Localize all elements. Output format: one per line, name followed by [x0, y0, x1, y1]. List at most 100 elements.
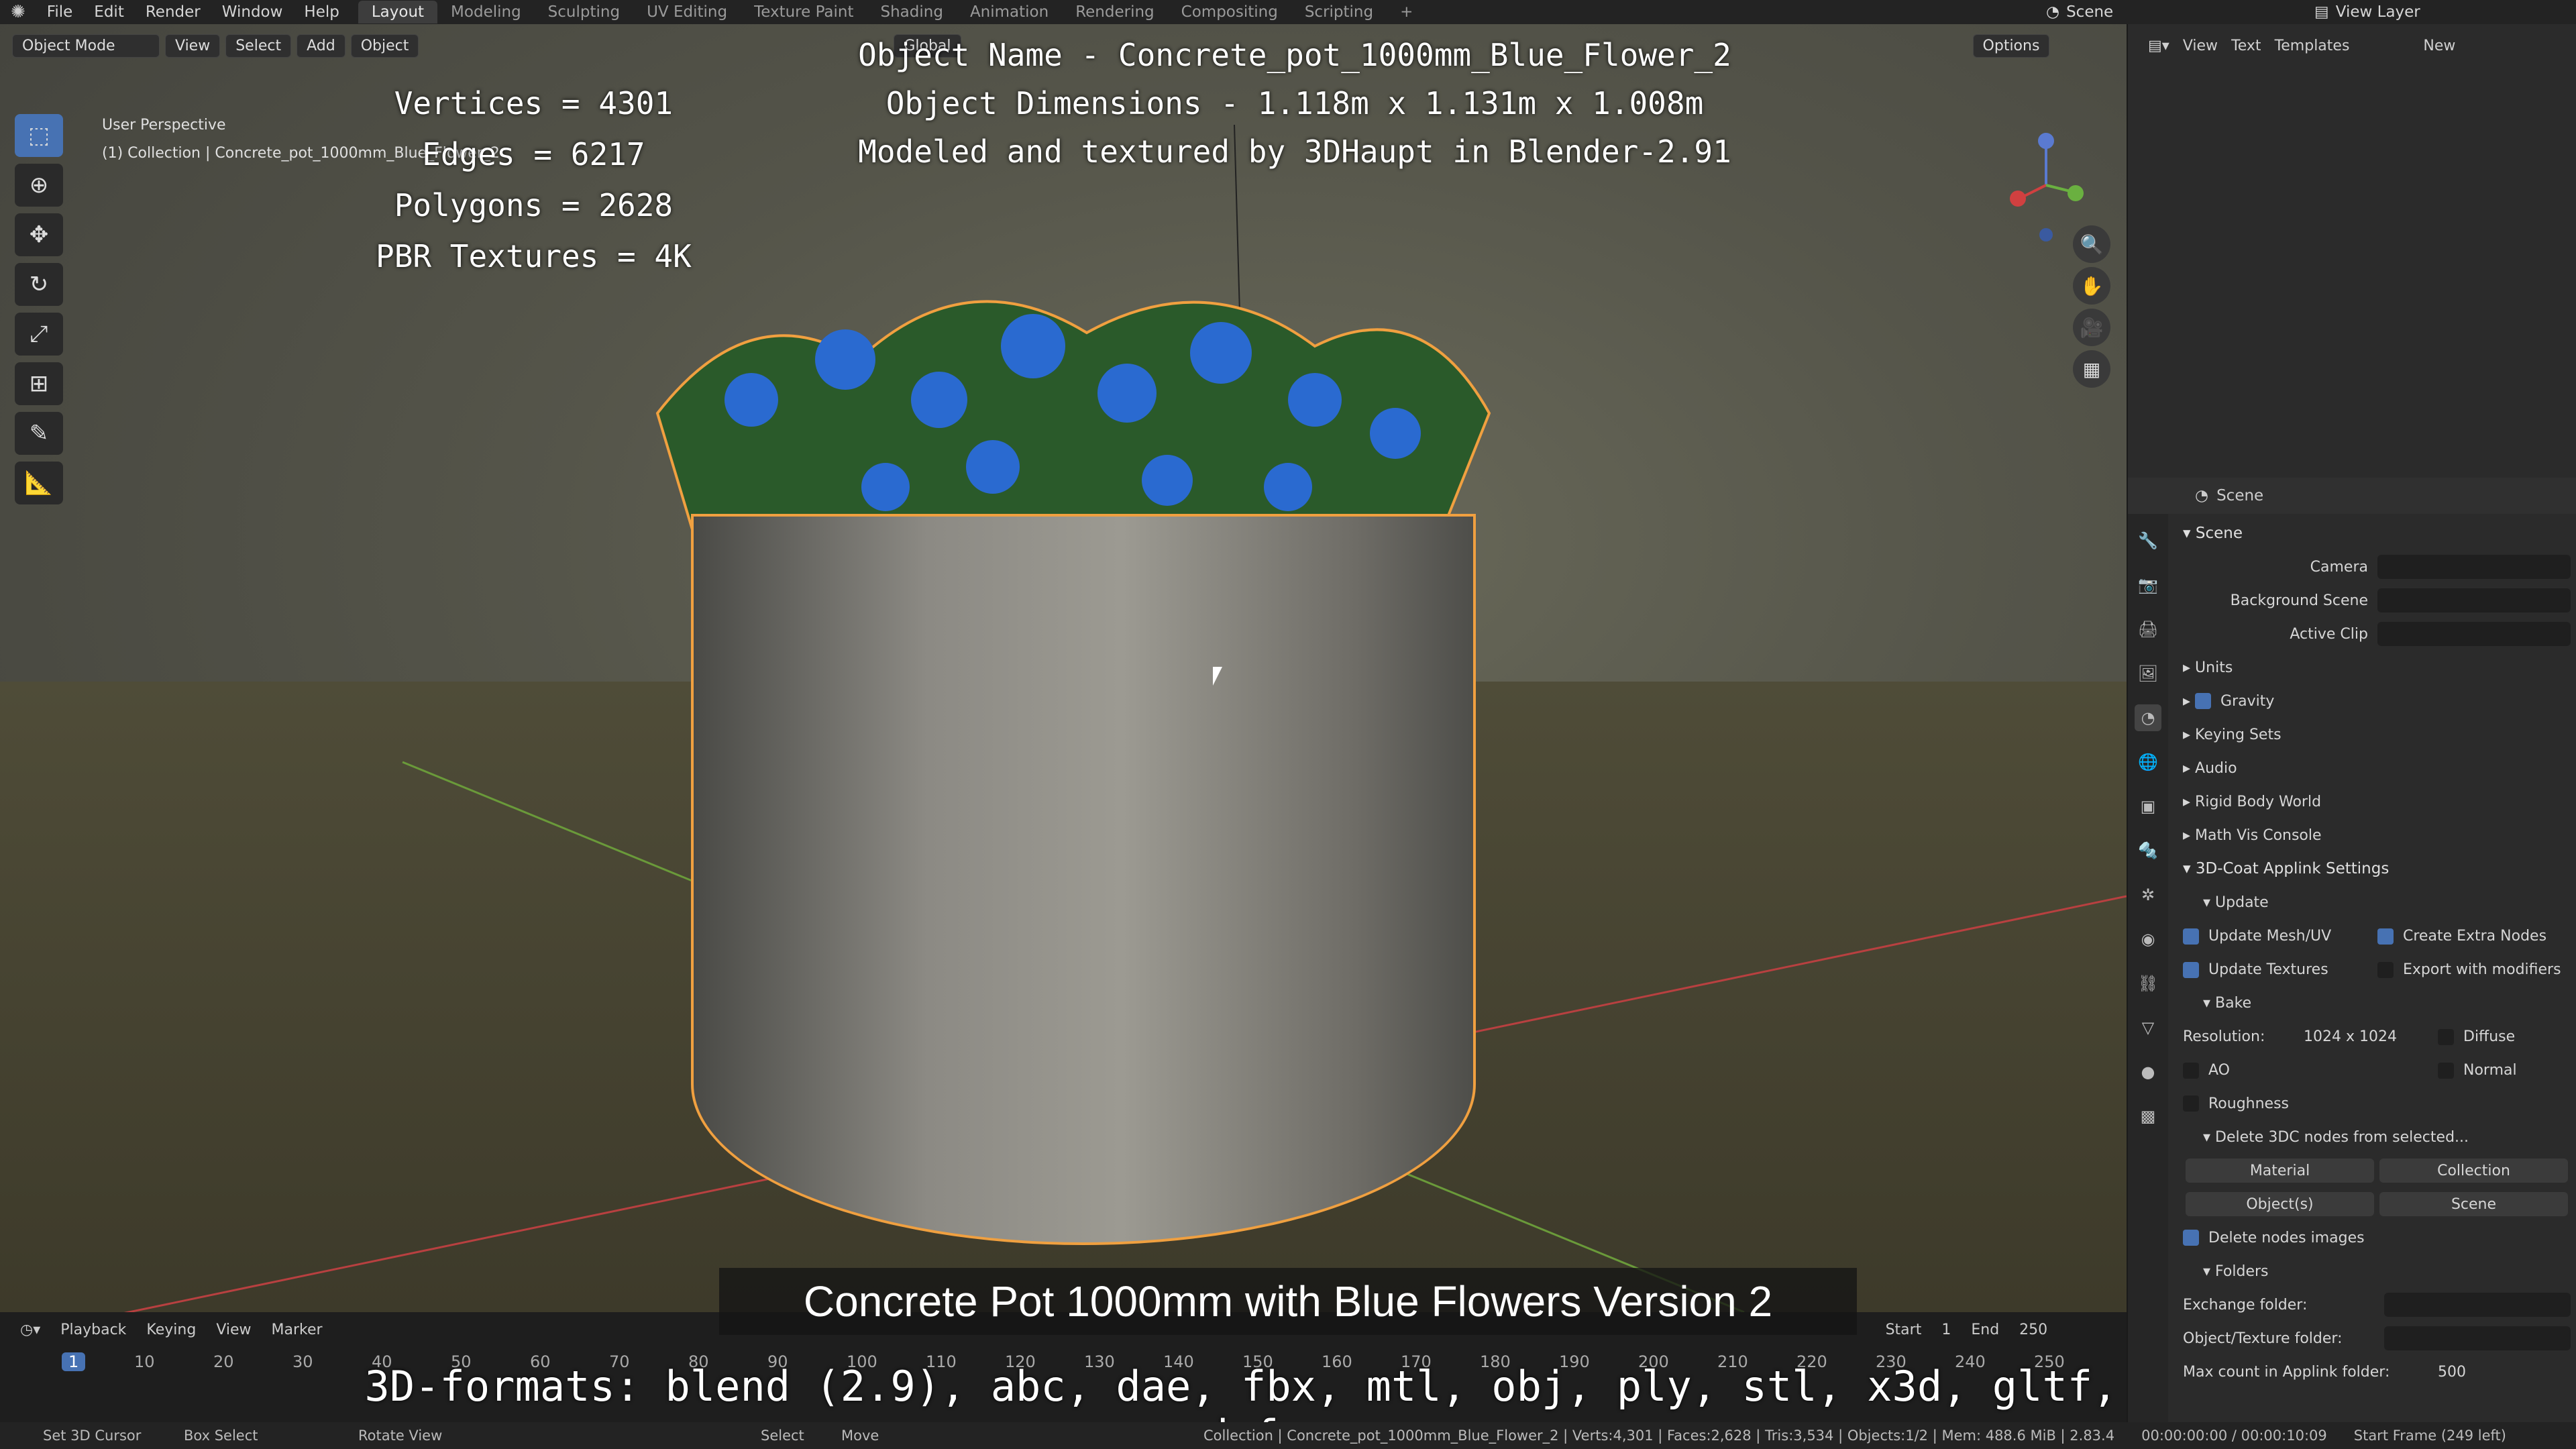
tab-compositing[interactable]: Compositing: [1168, 1, 1291, 23]
panel-audio[interactable]: ▸ Audio: [2169, 751, 2571, 785]
view-layer-selector[interactable]: ▤ View Layer: [2314, 0, 2420, 24]
viewport-menu-view[interactable]: View: [165, 34, 221, 58]
bake-subsection[interactable]: ▾ Bake: [2169, 986, 2571, 1020]
start-field[interactable]: 1: [1941, 1322, 1951, 1338]
bg-scene-field[interactable]: [2377, 588, 2571, 612]
tab-scripting[interactable]: Scripting: [1291, 1, 1387, 23]
objects-button[interactable]: Object(s): [2186, 1192, 2374, 1216]
particles-tab-icon[interactable]: ✲: [2135, 881, 2161, 908]
render-tab-icon[interactable]: 📷: [2135, 572, 2161, 598]
modifier-tab-icon[interactable]: 🔩: [2135, 837, 2161, 864]
tab-shading[interactable]: Shading: [867, 1, 957, 23]
collection-button[interactable]: Collection: [2379, 1159, 2568, 1183]
panel-units[interactable]: ▸ Units: [2169, 651, 2571, 684]
clock-icon[interactable]: ◷▾: [20, 1322, 40, 1338]
export-modifiers-checkbox[interactable]: [2377, 961, 2394, 978]
text-menu-templates[interactable]: Templates: [2275, 38, 2350, 54]
active-clip-field[interactable]: [2377, 622, 2571, 646]
tab-animation[interactable]: Animation: [957, 1, 1062, 23]
zoom-icon[interactable]: 🔍: [2073, 225, 2110, 263]
menu-file[interactable]: File: [36, 3, 84, 21]
scene-section[interactable]: ▾ Scene: [2169, 517, 2571, 550]
update-mesh-checkbox[interactable]: [2183, 928, 2199, 945]
applink-section[interactable]: ▾ 3D-Coat Applink Settings: [2169, 852, 2571, 885]
tab-texture-paint[interactable]: Texture Paint: [741, 1, 867, 23]
tl-menu-keying[interactable]: Keying: [146, 1322, 196, 1338]
world-tab-icon[interactable]: 🌐: [2135, 749, 2161, 775]
viewport-menu-add[interactable]: Add: [297, 34, 345, 58]
text-menu-view[interactable]: View: [2183, 38, 2218, 54]
3d-viewport[interactable]: Object Mode View Select Add Object Globa…: [0, 24, 2127, 1312]
scene-tab-icon[interactable]: ◔: [2135, 704, 2161, 731]
panel-math-vis[interactable]: ▸ Math Vis Console: [2169, 818, 2571, 852]
create-nodes-checkbox[interactable]: [2377, 928, 2394, 945]
tab-rendering[interactable]: Rendering: [1062, 1, 1167, 23]
texture-tab-icon[interactable]: ▩: [2135, 1103, 2161, 1130]
ortho-grid-icon[interactable]: ▦: [2073, 350, 2110, 388]
update-subsection[interactable]: ▾ Update: [2169, 885, 2571, 919]
object-tab-icon[interactable]: ▣: [2135, 793, 2161, 820]
tl-menu-playback[interactable]: Playback: [60, 1322, 126, 1338]
update-textures-checkbox[interactable]: [2183, 961, 2199, 978]
move-icon[interactable]: ✥: [15, 213, 63, 256]
maxcount-field[interactable]: 500: [2438, 1364, 2466, 1381]
concrete-pot[interactable]: [691, 514, 1476, 1245]
cursor-icon[interactable]: ⊕: [15, 164, 63, 207]
panel-rigid-body[interactable]: ▸ Rigid Body World: [2169, 785, 2571, 818]
scene-selector[interactable]: ◔ Scene: [2046, 0, 2113, 24]
tl-menu-view[interactable]: View: [216, 1322, 251, 1338]
delete-images-checkbox[interactable]: [2183, 1230, 2199, 1246]
delete-nodes-subsection[interactable]: ▾ Delete 3DC nodes from selected...: [2169, 1120, 2571, 1154]
options-dropdown[interactable]: Options: [1972, 34, 2050, 58]
new-text-button[interactable]: New: [2423, 38, 2455, 54]
ao-checkbox[interactable]: [2183, 1062, 2199, 1079]
panel-keying-sets[interactable]: ▸ Keying Sets: [2169, 718, 2571, 751]
blender-logo-icon[interactable]: ✺: [11, 2, 25, 22]
roughness-checkbox[interactable]: [2183, 1095, 2199, 1112]
material-tab-icon[interactable]: ●: [2135, 1059, 2161, 1085]
tab-layout[interactable]: Layout: [358, 1, 438, 23]
navigation-gizmo[interactable]: [2006, 111, 2086, 246]
viewport-menu-object[interactable]: Object: [350, 34, 419, 58]
exchange-field[interactable]: [2384, 1293, 2571, 1317]
text-menu-text[interactable]: Text: [2231, 38, 2261, 54]
normal-checkbox[interactable]: [2438, 1062, 2454, 1079]
tool-tab-icon[interactable]: 🔧: [2135, 527, 2161, 554]
objtex-field[interactable]: [2384, 1326, 2571, 1350]
camera-field[interactable]: [2377, 555, 2571, 579]
annotate-icon[interactable]: ✎: [15, 412, 63, 455]
menu-edit[interactable]: Edit: [83, 3, 135, 21]
pan-hand-icon[interactable]: ✋: [2073, 267, 2110, 305]
editor-type-icon[interactable]: ▤▾: [2148, 38, 2169, 54]
menu-window[interactable]: Window: [211, 3, 294, 21]
folders-subsection[interactable]: ▾ Folders: [2169, 1254, 2571, 1288]
object-mode-dropdown[interactable]: Object Mode: [12, 34, 160, 58]
text-editor[interactable]: ▤▾ View Text Templates New: [2128, 24, 2576, 447]
diffuse-checkbox[interactable]: [2438, 1028, 2454, 1045]
end-field[interactable]: 250: [2019, 1322, 2047, 1338]
scale-icon[interactable]: ⤢: [15, 313, 63, 356]
camera-view-icon[interactable]: 🎥: [2073, 309, 2110, 346]
scene-button[interactable]: Scene: [2379, 1192, 2568, 1216]
gravity-checkbox[interactable]: [2195, 693, 2212, 709]
tl-menu-marker[interactable]: Marker: [272, 1322, 323, 1338]
view-layer-tab-icon[interactable]: 🖼: [2135, 660, 2161, 687]
add-workspace-icon[interactable]: +: [1387, 1, 1426, 23]
constraints-tab-icon[interactable]: ⛓: [2135, 970, 2161, 997]
menu-render[interactable]: Render: [135, 3, 211, 21]
measure-icon[interactable]: 📐: [15, 462, 63, 504]
menu-help[interactable]: Help: [293, 3, 350, 21]
viewport-menu-select[interactable]: Select: [225, 34, 292, 58]
data-tab-icon[interactable]: ▽: [2135, 1014, 2161, 1041]
tab-sculpting[interactable]: Sculpting: [535, 1, 633, 23]
current-frame[interactable]: 1: [62, 1352, 86, 1371]
transform-icon[interactable]: ⊞: [15, 362, 63, 405]
panel-gravity[interactable]: ▸ Gravity: [2169, 684, 2571, 718]
physics-tab-icon[interactable]: ◉: [2135, 926, 2161, 953]
rotate-icon[interactable]: ↻: [15, 263, 63, 306]
tab-uv-editing[interactable]: UV Editing: [633, 1, 741, 23]
resolution-dropdown[interactable]: 1024 x 1024: [2304, 1028, 2438, 1045]
tab-modeling[interactable]: Modeling: [437, 1, 535, 23]
output-tab-icon[interactable]: 🖨: [2135, 616, 2161, 643]
material-button[interactable]: Material: [2186, 1159, 2374, 1183]
